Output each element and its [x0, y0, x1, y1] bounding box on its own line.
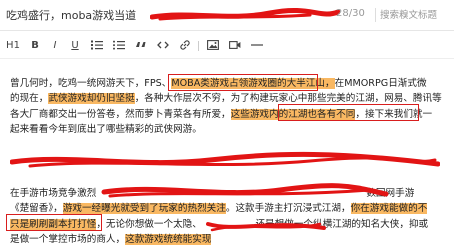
image-button[interactable]: [204, 37, 222, 55]
article-title-input[interactable]: 吃鸡盛行，moba游戏当道: [6, 7, 136, 23]
highlighted-text: 武侠游戏却仍旧坚挺: [48, 93, 135, 105]
highlighted-text: 这款游戏统统能实现: [125, 233, 212, 245]
text-segment: 各大厂商都交出一份答卷，然而萝卜青菜各有所爱，: [10, 108, 231, 120]
title-char-counter: 28/30: [336, 8, 365, 19]
italic-button[interactable]: I: [46, 37, 64, 55]
text-segment: 在MMORPG日渐式微: [334, 78, 427, 89]
text-segment: 曾几何时，吃鸡一统网游天下，FPS、: [10, 78, 172, 89]
image-icon: [207, 40, 219, 50]
link-icon: [180, 40, 190, 50]
divider: [375, 8, 376, 22]
highlighted-text: 游戏一经曝光就受到了玩家的热烈关注: [62, 203, 226, 215]
title-bar: 吃鸡盛行，moba游戏当道 28/30: [0, 0, 454, 31]
bold-button[interactable]: B: [26, 37, 44, 55]
search-input[interactable]: [380, 7, 450, 23]
annotation-box: [278, 104, 419, 121]
redaction-scribble: [101, 183, 389, 198]
quote-icon: [136, 42, 146, 47]
link-button[interactable]: [176, 37, 194, 55]
bullet-list-icon: [113, 40, 125, 50]
text-segment: ，无论你想做一个太隐、: [96, 218, 202, 230]
highlighted-text: 你在游戏能做的不: [350, 203, 428, 215]
bullet-list-button[interactable]: [110, 37, 128, 55]
annotation-box: [168, 74, 318, 91]
toolbar-divider: [198, 41, 199, 51]
divider-insert-button[interactable]: [248, 37, 266, 55]
underline-button[interactable]: U: [66, 37, 84, 55]
text-segment: ，各种大作层次不穷，为了构建玩家心中那些完美的江湖，网易、腾讯等: [134, 93, 442, 105]
text-segment: 《楚留香》，: [10, 203, 63, 215]
ordered-list-button[interactable]: [88, 37, 106, 55]
code-icon: [157, 41, 169, 49]
ordered-list-icon: [91, 40, 103, 50]
text-line: 是做一个掌控市场的商人，这款游戏统统能实现: [10, 232, 212, 247]
horizontal-rule-icon: [251, 44, 263, 46]
redaction-scribble: [206, 222, 326, 232]
video-button[interactable]: [226, 37, 244, 55]
video-icon: [229, 41, 241, 49]
redaction-scribble: [10, 151, 440, 168]
text-segment: 在手游市场竞争激烈: [10, 188, 97, 199]
text-segment: 。这款手游主打沉浸式江湖，: [225, 203, 351, 215]
redaction-scribble: [150, 7, 340, 21]
heading-button[interactable]: H1: [4, 37, 22, 55]
text-segment: 是做一个掌控市场的商人，: [10, 233, 126, 245]
text-segment: 起来看看今年到底出了哪些精彩的武侠网游。: [10, 123, 202, 135]
annotation-box: [6, 214, 102, 231]
editor-toolbar: H1 B I U: [0, 34, 454, 59]
code-button[interactable]: [154, 37, 172, 55]
text-segment: 的现在，: [10, 93, 49, 105]
quote-button[interactable]: [132, 37, 150, 55]
text-line: 起来看看今年到底出了哪些精彩的武侠网游。: [10, 122, 202, 137]
